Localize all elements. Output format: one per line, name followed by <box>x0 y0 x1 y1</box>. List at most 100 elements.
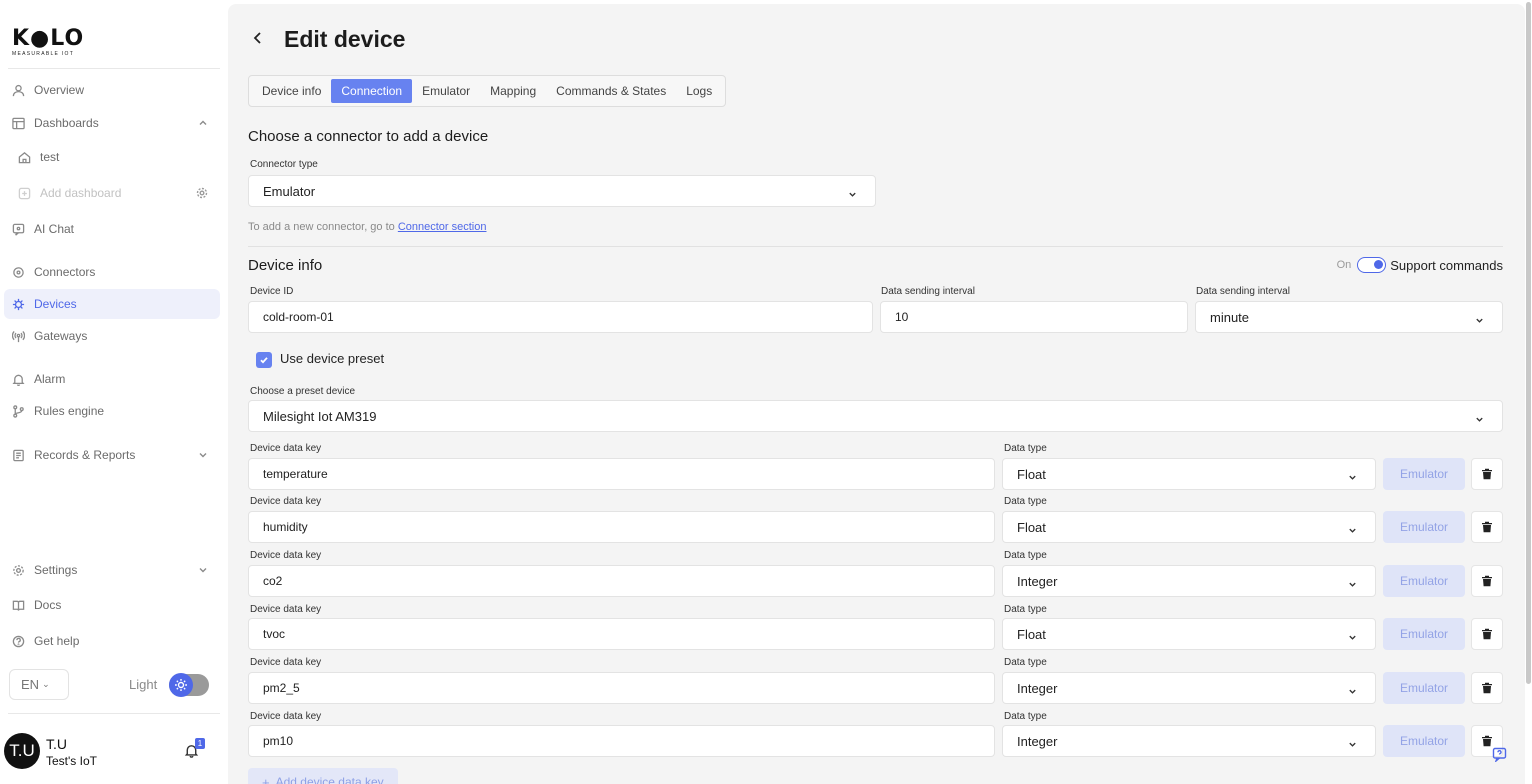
logo[interactable]: K●LO MEASURABLE IOT <box>12 26 85 58</box>
avatar[interactable]: T.U <box>4 733 40 769</box>
data-key-input[interactable]: co2 <box>248 565 995 597</box>
chevron-down-icon[interactable] <box>198 564 208 574</box>
sidebar-item-alarm[interactable]: Alarm <box>4 364 220 394</box>
data-type-select[interactable]: Float <box>1002 618 1376 650</box>
language-select[interactable]: EN ⌄ <box>9 669 69 700</box>
emulator-button[interactable]: Emulator <box>1383 725 1465 757</box>
data-key-value: temperature <box>263 467 328 481</box>
data-type-select[interactable]: Integer <box>1002 672 1376 704</box>
connector-type-value: Emulator <box>263 183 316 199</box>
tab-mapping[interactable]: Mapping <box>480 79 546 103</box>
sidebar-item-gateways[interactable]: Gateways <box>4 321 220 351</box>
interval-unit-select[interactable]: minute <box>1195 301 1503 333</box>
sidebar-item-dashboards[interactable]: Dashboards <box>4 108 220 138</box>
emulator-button[interactable]: Emulator <box>1383 565 1465 597</box>
trash-icon <box>1482 682 1492 694</box>
device-id-input[interactable]: cold-room-01 <box>248 301 873 333</box>
chevron-up-icon[interactable] <box>198 117 208 127</box>
connector-section-link[interactable]: Connector section <box>398 221 487 233</box>
sidebar-item-label: Alarm <box>34 372 66 386</box>
sidebar-item-label: Settings <box>34 563 78 577</box>
tab-device-info[interactable]: Device info <box>252 79 331 103</box>
trash-icon <box>1482 468 1492 480</box>
chat-icon <box>12 223 25 236</box>
sidebar-item-connectors[interactable]: Connectors <box>4 257 220 287</box>
preset-value: Milesight Iot AM319 <box>263 408 377 424</box>
chevron-down-icon: ⌄ <box>42 679 50 689</box>
data-key-input[interactable]: pm10 <box>248 725 995 757</box>
tab-emulator[interactable]: Emulator <box>412 79 480 103</box>
branch-icon <box>12 404 25 418</box>
sidebar-item-test[interactable]: test <box>4 142 220 172</box>
sidebar-item-label: Overview <box>34 83 85 97</box>
interval-label: Data sending interval <box>881 286 975 297</box>
data-key-input[interactable]: temperature <box>248 458 995 490</box>
sidebar-item-rules-engine[interactable]: Rules engine <box>4 396 220 426</box>
support-commands-switch[interactable] <box>1357 257 1387 273</box>
sun-icon <box>169 673 193 697</box>
data-key-input[interactable]: humidity <box>248 511 995 543</box>
data-key-input[interactable]: pm2_5 <box>248 672 995 704</box>
tab-connection[interactable]: Connection <box>331 79 413 103</box>
data-key-label: Device data key <box>250 657 322 668</box>
sidebar-item-settings[interactable]: Settings <box>4 555 220 585</box>
tab-commands-states[interactable]: Commands & States <box>546 79 676 103</box>
data-type-select[interactable]: Integer <box>1002 565 1376 597</box>
sidebar-item-label: Rules engine <box>34 404 105 418</box>
interval-unit-label: Data sending interval <box>1196 286 1290 297</box>
sidebar-item-label: test <box>40 150 60 164</box>
sidebar-item-docs[interactable]: Docs <box>4 590 220 620</box>
sidebar-item-devices[interactable]: Devices <box>4 289 220 319</box>
data-type-label: Data type <box>1004 443 1047 454</box>
sidebar-item-ai-chat[interactable]: AI Chat <box>4 214 220 244</box>
logo-wordmark: K●LO <box>12 26 85 51</box>
data-key-label: Device data key <box>250 496 322 507</box>
data-type-select[interactable]: Integer <box>1002 725 1376 757</box>
user-icon <box>12 84 25 97</box>
delete-button[interactable] <box>1471 672 1503 704</box>
delete-button[interactable] <box>1471 458 1503 490</box>
sidebar-item-get-help[interactable]: Get help <box>4 626 220 656</box>
page-scrollbar[interactable] <box>1526 2 1531 684</box>
link-icon <box>12 266 25 279</box>
emulator-button[interactable]: Emulator <box>1383 511 1465 543</box>
sidebar-item-overview[interactable]: Overview <box>4 75 220 105</box>
chat-support-icon[interactable] <box>1492 747 1507 764</box>
user-profile[interactable]: T.U T.U Test's IoT 1 <box>4 733 220 769</box>
interval-input[interactable]: 10 <box>880 301 1188 333</box>
chevron-down-icon[interactable] <box>198 449 208 459</box>
sidebar-item-add-dashboard[interactable]: Add dashboard <box>4 178 220 208</box>
connector-type-select[interactable]: Emulator <box>248 175 876 207</box>
data-type-select[interactable]: Float <box>1002 511 1376 543</box>
gear-icon <box>12 564 25 577</box>
connector-hint: To add a new connector, go to Connector … <box>248 221 487 233</box>
gear-icon[interactable] <box>196 187 208 199</box>
data-type-select[interactable]: Float <box>1002 458 1376 490</box>
sidebar-item-label: Docs <box>34 598 62 612</box>
emulator-button[interactable]: Emulator <box>1383 458 1465 490</box>
data-key-label: Device data key <box>250 711 322 722</box>
data-type-label: Data type <box>1004 711 1047 722</box>
sidebar-item-label: Connectors <box>34 265 96 279</box>
tab-logs[interactable]: Logs <box>676 79 722 103</box>
sidebar-item-label: Records & Reports <box>34 448 136 462</box>
data-key-value: pm10 <box>263 734 294 748</box>
emulator-button[interactable]: Emulator <box>1383 618 1465 650</box>
delete-button[interactable] <box>1471 565 1503 597</box>
connector-hint-text: To add a new connector, go to <box>248 221 398 233</box>
data-type-value: Float <box>1017 626 1046 642</box>
back-arrow-icon[interactable] <box>250 30 266 46</box>
use-preset-checkbox[interactable] <box>256 352 272 368</box>
delete-button[interactable] <box>1471 511 1503 543</box>
add-data-key-button[interactable]: + Add device data key <box>248 768 398 784</box>
preset-label: Choose a preset device <box>250 386 356 397</box>
sidebar-item-records-reports[interactable]: Records & Reports <box>4 440 220 470</box>
emulator-button[interactable]: Emulator <box>1383 672 1465 704</box>
chevron-down-icon <box>1348 577 1357 587</box>
sidebar-item-label: Dashboards <box>34 116 99 130</box>
data-key-input[interactable]: tvoc <box>248 618 995 650</box>
preset-select[interactable]: Milesight Iot AM319 <box>248 400 1503 432</box>
theme-toggle[interactable] <box>169 673 209 697</box>
delete-button[interactable] <box>1471 618 1503 650</box>
bell-icon <box>12 373 25 386</box>
